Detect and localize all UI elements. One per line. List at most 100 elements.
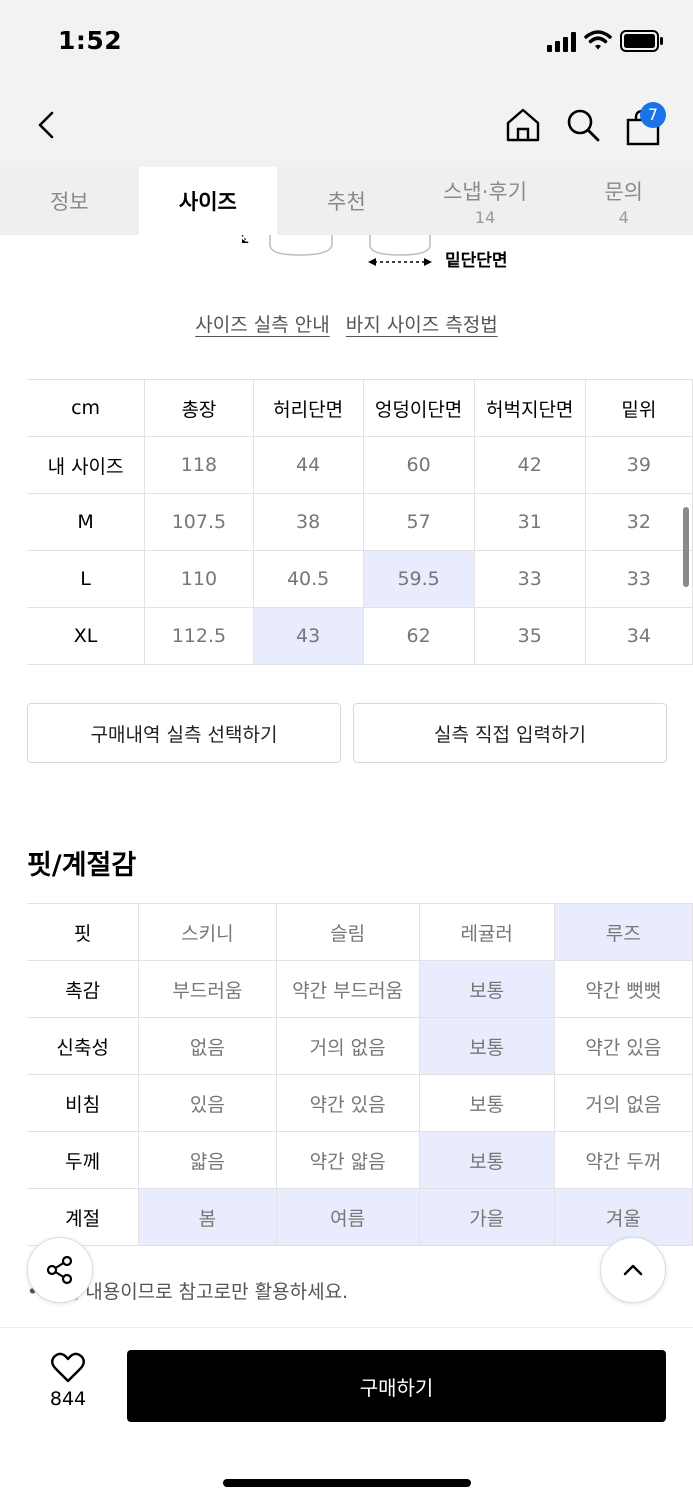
tab-count: 14 bbox=[474, 207, 496, 227]
row-label: M bbox=[27, 493, 146, 551]
table-row: L 110 40.5 59.5 33 33 bbox=[27, 550, 693, 608]
table-header-row: cm 총장 허리단면 엉덩이단면 허벅지단면 밑위 bbox=[27, 379, 693, 437]
table-cell: 보통 bbox=[419, 1074, 555, 1132]
table-cell-highlighted: 겨울 bbox=[554, 1188, 693, 1246]
table-cell: 없음 bbox=[138, 1017, 277, 1075]
table-cell: 42 bbox=[474, 436, 586, 494]
table-cell: 110 bbox=[144, 550, 254, 608]
search-icon[interactable] bbox=[563, 105, 603, 145]
tab-bar: 정보 사이즈 추천 스냅·후기 14 문의 4 bbox=[0, 167, 693, 235]
table-cell: 약간 뻣뻣 bbox=[554, 960, 693, 1018]
table-cell: 39 bbox=[585, 436, 693, 494]
table-cell: 44 bbox=[253, 436, 364, 494]
status-time: 1:52 bbox=[58, 26, 123, 55]
like-button[interactable]: 844 bbox=[40, 1352, 96, 1412]
size-table: cm 총장 허리단면 엉덩이단면 허벅지단면 밑위 내 사이즈 118 44 6… bbox=[27, 379, 693, 665]
app-header bbox=[0, 85, 693, 167]
table-cell-highlighted: 보통 bbox=[419, 960, 555, 1018]
table-cell-highlighted: 보통 bbox=[419, 1017, 555, 1075]
table-cell: 107.5 bbox=[144, 493, 254, 551]
table-cell: 33 bbox=[474, 550, 586, 608]
table-cell: 32 bbox=[585, 493, 693, 551]
table-cell: 슬림 bbox=[276, 903, 420, 961]
home-icon[interactable] bbox=[503, 105, 543, 145]
table-cell: 약간 부드러움 bbox=[276, 960, 420, 1018]
table-cell: 약간 두꺼 bbox=[554, 1131, 693, 1189]
share-button[interactable] bbox=[27, 1237, 93, 1303]
heart-icon bbox=[51, 1352, 85, 1383]
tab-count: 4 bbox=[618, 207, 629, 227]
table-cell-highlighted: 봄 bbox=[138, 1188, 277, 1246]
row-label: 두께 bbox=[27, 1131, 140, 1189]
table-cell: 34 bbox=[585, 607, 693, 665]
table-cell: 약간 얇음 bbox=[276, 1131, 420, 1189]
table-row: XL 112.5 43 62 35 34 bbox=[27, 607, 693, 665]
column-header: cm bbox=[27, 379, 146, 437]
purchase-history-measure-button[interactable]: 구매내역 실측 선택하기 bbox=[27, 703, 341, 763]
table-row: 내 사이즈 118 44 60 42 39 bbox=[27, 436, 693, 494]
share-icon bbox=[46, 1255, 73, 1285]
wifi-icon bbox=[584, 30, 612, 50]
table-row: M 107.5 38 57 31 32 bbox=[27, 493, 693, 551]
fit-season-table: 핏 스키니 슬림 레귤러 루즈 촉감 부드러움 약간 부드러움 보통 약간 뻣뻣… bbox=[27, 903, 693, 1246]
tab-info[interactable]: 정보 bbox=[0, 167, 139, 235]
table-cell: 얇음 bbox=[138, 1131, 277, 1189]
table-cell: 거의 없음 bbox=[276, 1017, 420, 1075]
table-cell-highlighted: 가을 bbox=[419, 1188, 555, 1246]
buy-button[interactable]: 구매하기 bbox=[127, 1350, 666, 1422]
row-label: 핏 bbox=[27, 903, 140, 961]
table-cell: 레귤러 bbox=[419, 903, 555, 961]
hem-label: 밑단단면 bbox=[445, 251, 508, 271]
cart-count-badge: 7 bbox=[640, 102, 666, 128]
battery-icon bbox=[620, 30, 663, 52]
row-label: 촉감 bbox=[27, 960, 140, 1018]
table-cell: 57 bbox=[363, 493, 475, 551]
tab-snap-review[interactable]: 스냅·후기 14 bbox=[416, 167, 555, 235]
table-cell: 112.5 bbox=[144, 607, 254, 665]
table-cell: 있음 bbox=[138, 1074, 277, 1132]
tab-recommend[interactable]: 추천 bbox=[277, 167, 416, 235]
table-cell-highlighted: 43 bbox=[253, 607, 364, 665]
home-indicator bbox=[223, 1479, 471, 1487]
row-label: 계절 bbox=[27, 1188, 140, 1246]
table-cell: 31 bbox=[474, 493, 586, 551]
section-title: 핏/계절감 bbox=[27, 850, 137, 881]
table-row: 신축성 없음 거의 없음 보통 약간 있음 bbox=[27, 1017, 693, 1075]
like-count: 844 bbox=[49, 1388, 87, 1410]
table-cell: 33 bbox=[585, 550, 693, 608]
table-cell-highlighted: 59.5 bbox=[363, 550, 475, 608]
pants-measure-link[interactable]: 바지 사이즈 측정법 bbox=[346, 314, 498, 336]
table-cell: 거의 없음 bbox=[554, 1074, 693, 1132]
table-row: 핏 스키니 슬림 레귤러 루즈 bbox=[27, 903, 693, 961]
manual-measure-input-button[interactable]: 실측 직접 입력하기 bbox=[353, 703, 667, 763]
tab-size[interactable]: 사이즈 bbox=[138, 167, 278, 235]
table-row: 계절 봄 여름 가을 겨울 bbox=[27, 1188, 693, 1246]
table-cell-highlighted: 여름 bbox=[276, 1188, 420, 1246]
row-label: XL bbox=[27, 607, 146, 665]
table-cell: 스키니 bbox=[138, 903, 277, 961]
table-cell: 118 bbox=[144, 436, 254, 494]
back-icon[interactable] bbox=[30, 105, 64, 145]
column-header: 밑위 bbox=[585, 379, 693, 437]
table-cell: 35 bbox=[474, 607, 586, 665]
column-header: 허리단면 bbox=[253, 379, 364, 437]
row-label: 신축성 bbox=[27, 1017, 140, 1075]
table-row: 촉감 부드러움 약간 부드러움 보통 약간 뻣뻣 bbox=[27, 960, 693, 1018]
table-cell: 40.5 bbox=[253, 550, 364, 608]
size-guide-links: 사이즈 실측 안내 바지 사이즈 측정법 bbox=[0, 310, 693, 337]
tab-inquiry[interactable]: 문의 4 bbox=[554, 167, 693, 235]
table-scrollbar[interactable] bbox=[683, 507, 689, 587]
size-guide-link[interactable]: 사이즈 실측 안내 bbox=[195, 314, 329, 336]
scroll-top-button[interactable] bbox=[600, 1237, 666, 1303]
signal-icon bbox=[547, 32, 577, 52]
table-row: 두께 얇음 약간 얇음 보통 약간 두꺼 bbox=[27, 1131, 693, 1189]
column-header: 허벅지단면 bbox=[474, 379, 586, 437]
row-label: 비침 bbox=[27, 1074, 140, 1132]
table-cell: 부드러움 bbox=[138, 960, 277, 1018]
table-row: 비침 있음 약간 있음 보통 거의 없음 bbox=[27, 1074, 693, 1132]
table-cell: 62 bbox=[363, 607, 475, 665]
table-cell: 약간 있음 bbox=[276, 1074, 420, 1132]
chevron-up-icon bbox=[623, 1264, 643, 1276]
table-cell-highlighted: 보통 bbox=[419, 1131, 555, 1189]
measure-button-row: 구매내역 실측 선택하기 실측 직접 입력하기 bbox=[27, 703, 667, 763]
